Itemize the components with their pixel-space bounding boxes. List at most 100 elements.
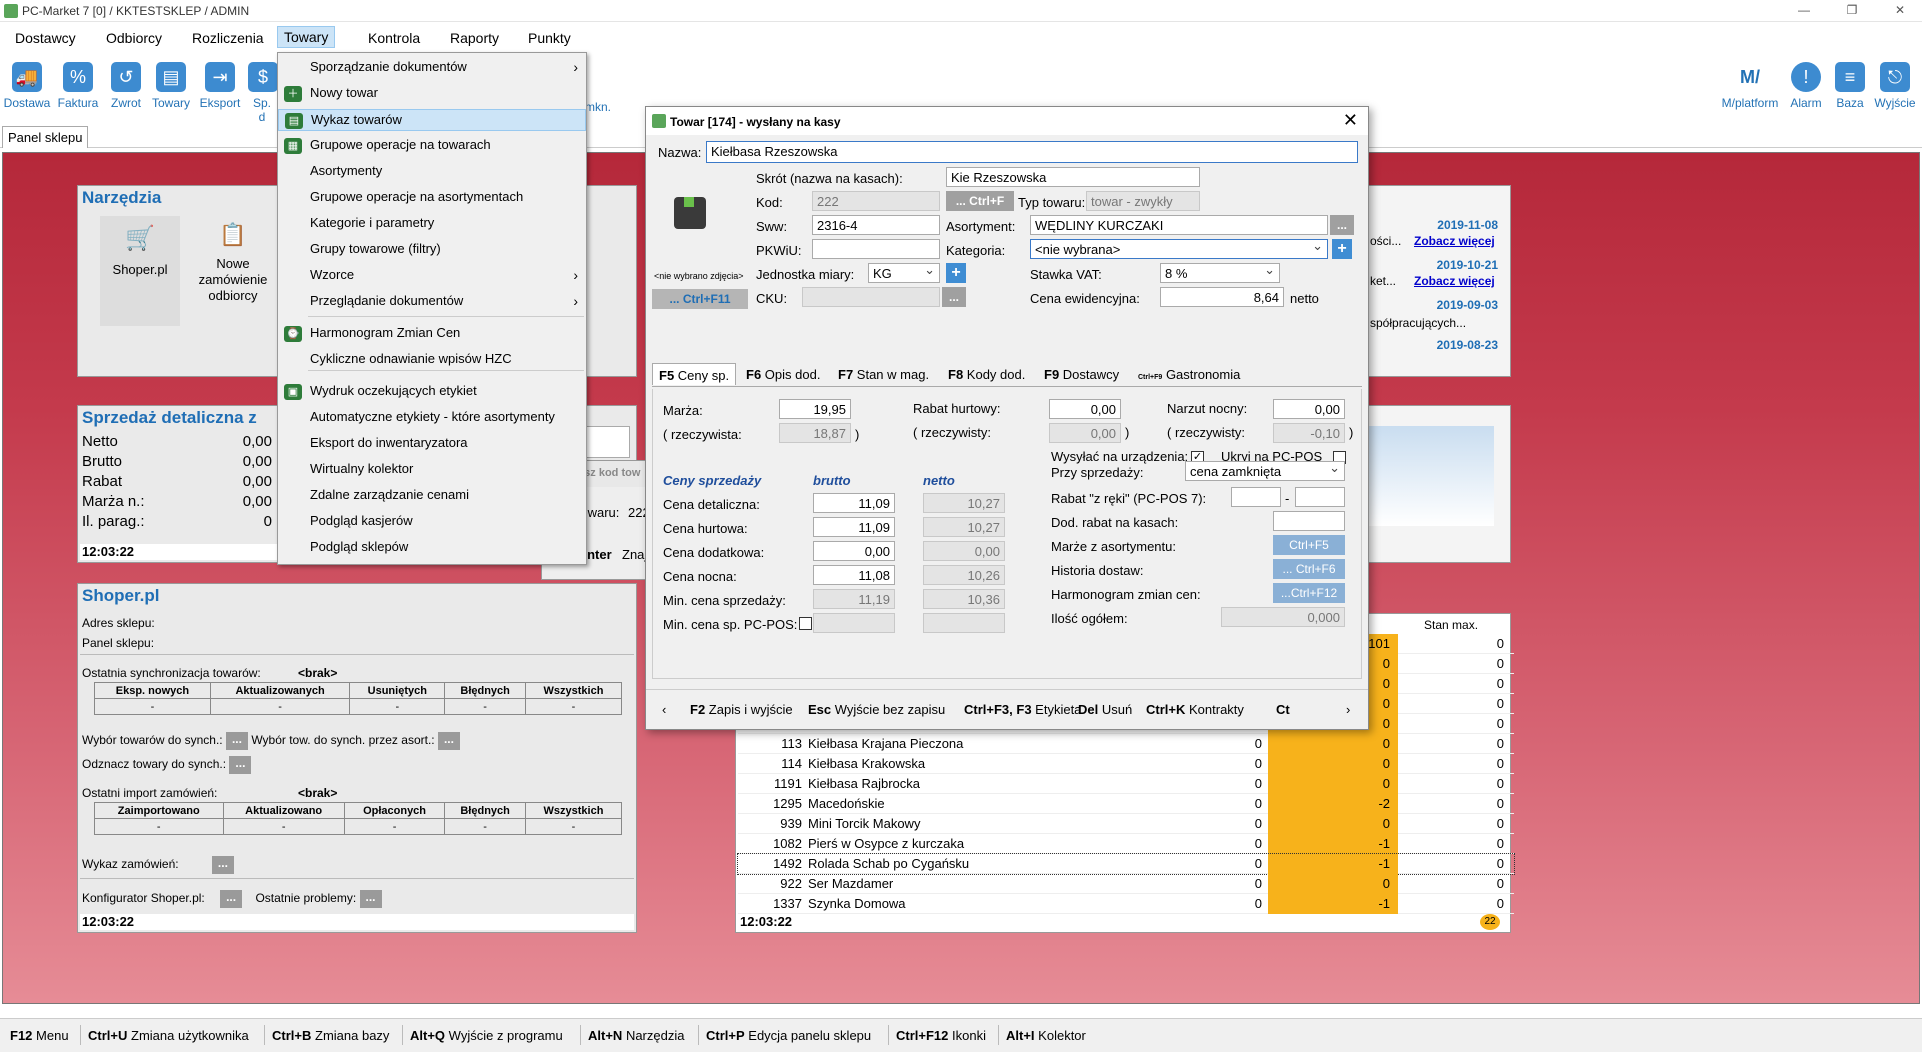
cena-brutto-input[interactable]: 11,09 — [813, 493, 895, 513]
dostawa-button[interactable]: 🚚 Dostawa — [2, 62, 52, 110]
min-cena-pcpos-checkbox[interactable] — [799, 617, 812, 630]
sww-input[interactable]: 2316-4 — [812, 215, 940, 235]
odznacz-button[interactable]: ... — [229, 756, 252, 774]
asortyment-input[interactable]: WĘDLINY KURCZAKI — [1030, 215, 1328, 235]
harmonogram-button[interactable]: ...Ctrl+F12 — [1273, 583, 1345, 603]
photo-button[interactable]: ... Ctrl+F11 — [652, 289, 748, 309]
news-link[interactable]: Zobacz więcej — [1414, 274, 1495, 288]
footer-action[interactable]: F2 Zapis i wyjście — [690, 702, 793, 717]
skrot-input[interactable]: Kie Rzeszowska — [946, 167, 1200, 187]
dropdown-item[interactable]: Kategorie i parametry — [278, 213, 586, 235]
jm-add-button[interactable]: + — [946, 263, 966, 283]
kategoria-add-button[interactable]: + — [1332, 239, 1352, 259]
rabat-reki-input2[interactable] — [1295, 487, 1345, 507]
menu-raporty[interactable]: Raporty — [444, 28, 505, 48]
marza-input[interactable]: 19,95 — [779, 399, 851, 419]
scroll-right-icon[interactable]: › — [1346, 702, 1350, 717]
cku-input[interactable] — [802, 287, 940, 307]
marze-button[interactable]: Ctrl+F5 — [1273, 535, 1345, 555]
konf-button[interactable]: ... — [220, 890, 243, 908]
table-row[interactable]: 1191 Kiełbasa Rajbrocka 0 0 0 — [738, 774, 1514, 794]
problemy-button[interactable]: ... — [359, 890, 382, 908]
tab-dostawcy[interactable]: F9 Dostawcy — [1038, 363, 1125, 385]
wykaz-button[interactable]: ... — [211, 856, 234, 874]
dropdown-item[interactable]: Asortymenty — [278, 161, 586, 183]
menu-odbiorcy[interactable]: Odbiorcy — [100, 28, 168, 48]
rabat-reki-input1[interactable] — [1231, 487, 1281, 507]
wybor2-button[interactable]: ... — [437, 732, 460, 750]
dropdown-item[interactable]: Podgląd kasjerów — [278, 511, 586, 533]
dropdown-item[interactable]: Grupowe operacje na asortymentach — [278, 187, 586, 209]
dropdown-item[interactable]: Wirtualny kolektor — [278, 459, 586, 481]
cena-brutto-input[interactable]: 11,19 — [813, 589, 895, 609]
dropdown-item[interactable]: Podgląd sklepów — [278, 537, 586, 559]
table-row[interactable]: 113 Kiełbasa Krajana Pieczona 0 0 0 — [738, 734, 1514, 754]
shortcut-item[interactable]: Ctrl+B Zmiana bazy — [272, 1028, 389, 1043]
tab-stan-w-mag[interactable]: F7 Stan w mag. — [832, 363, 935, 385]
scroll-left-icon[interactable]: ‹ — [662, 702, 666, 717]
close-icon[interactable]: ✕ — [1882, 0, 1918, 22]
tab-panel-sklepu[interactable]: Panel sklepu — [2, 126, 89, 148]
dropdown-item[interactable]: ▣ Wydruk oczekujących etykiet — [278, 381, 586, 403]
dropdown-item[interactable]: Przeglądanie dokumentów › — [278, 291, 586, 313]
footer-action[interactable]: Ctrl+F3, F3 Etykieta — [964, 702, 1081, 717]
narzut-input[interactable]: 0,00 — [1273, 399, 1345, 419]
dropdown-item[interactable]: Sporządzanie dokumentów › — [278, 57, 586, 79]
table-row[interactable]: 1337 Szynka Domowa 0 -1 0 — [738, 894, 1514, 914]
wyjscie-button[interactable]: ⎋ Wyjście — [1872, 62, 1918, 110]
cena-brutto-input[interactable]: 11,09 — [813, 517, 895, 537]
tab-opis-dod[interactable]: F6 Opis dod. — [740, 363, 826, 385]
dropdown-item[interactable]: Automatyczne etykiety - które asortyment… — [278, 407, 586, 429]
dropdown-item[interactable]: ▤ Wykaz towarów — [278, 109, 586, 131]
shortcut-item[interactable]: Alt+I Kolektor — [1006, 1028, 1086, 1043]
wybor-button[interactable]: ... — [225, 732, 248, 750]
dropdown-item[interactable]: ⌚ Harmonogram Zmian Cen — [278, 323, 586, 345]
kod-input[interactable]: 222 — [812, 191, 940, 211]
table-row[interactable]: 1295 Macedońskie 0 -2 0 — [738, 794, 1514, 814]
mplatform-button[interactable]: M/M/platform — [1718, 62, 1782, 110]
dropdown-item[interactable]: Eksport do inwentaryzatora — [278, 433, 586, 455]
table-row[interactable]: 922 Ser Mazdamer 0 0 0 — [738, 874, 1514, 894]
dropdown-item[interactable]: Cykliczne odnawianie wpisów HZC — [278, 349, 586, 371]
dod-rabat-input[interactable] — [1273, 511, 1345, 531]
faktura-button[interactable]: % Faktura — [56, 62, 100, 110]
cena-brutto-input[interactable]: 0,00 — [813, 541, 895, 561]
menu-punkty[interactable]: Punkty — [522, 28, 577, 48]
tab-ceny-sp[interactable]: F5 Ceny sp. — [652, 363, 737, 385]
cena-ew-input[interactable]: 8,64 — [1160, 287, 1284, 307]
przy-sprzedazy-select[interactable]: cena zamknięta — [1185, 461, 1345, 481]
dropdown-item[interactable]: Wzorce › — [278, 265, 586, 287]
table-row[interactable]: 939 Mini Torcik Makowy 0 0 0 — [738, 814, 1514, 834]
menu-rozliczenia[interactable]: Rozliczenia — [186, 28, 270, 48]
dropdown-item[interactable]: ＋ Nowy towar — [278, 83, 586, 105]
dropdown-item[interactable]: Grupy towarowe (filtry) — [278, 239, 586, 261]
shortcut-item[interactable]: Alt+N Narzędzia — [588, 1028, 684, 1043]
towary-button[interactable]: ▤ Towary — [150, 62, 192, 110]
footer-action[interactable]: Del Usuń — [1078, 702, 1132, 717]
menu-kontrola[interactable]: Kontrola — [362, 28, 426, 48]
asortyment-button[interactable]: ... — [1330, 215, 1354, 235]
news-link[interactable]: Zobacz więcej — [1414, 234, 1495, 248]
maximize-icon[interactable]: ❐ — [1834, 0, 1870, 22]
shortcut-item[interactable]: Ctrl+P Edycja panelu sklepu — [706, 1028, 871, 1043]
cku-button[interactable]: ... — [942, 287, 966, 307]
dialog-close-icon[interactable]: ✕ — [1343, 110, 1358, 131]
nazwa-input[interactable]: Kiełbasa Rzeszowska — [706, 141, 1358, 163]
rabat-input[interactable]: 0,00 — [1049, 399, 1121, 419]
shoper-tile[interactable]: 🛒 Shoper.pl — [100, 216, 180, 326]
tab-gastronomia[interactable]: Ctrl+F9 Gastronomia — [1132, 363, 1246, 385]
table-row[interactable]: 1492 Rolada Schab po Cygańsku 0 -1 0 — [737, 853, 1515, 875]
shortcut-item[interactable]: Ctrl+U Zmiana użytkownika — [88, 1028, 249, 1043]
shortcut-item[interactable]: F12 Menu — [10, 1028, 69, 1043]
table-row[interactable]: 1082 Pierś w Osypce z kurczaka 0 -1 0 — [738, 834, 1514, 854]
menu-dostawcy[interactable]: Dostawcy — [9, 28, 82, 48]
vat-select[interactable]: 8 % — [1160, 263, 1280, 283]
footer-action[interactable]: Ct — [1276, 702, 1290, 717]
tab-kody-dod[interactable]: F8 Kody dod. — [942, 363, 1031, 385]
ctrlf-button[interactable]: ... Ctrl+F — [946, 191, 1014, 211]
baza-button[interactable]: ≡ Baza — [1834, 62, 1866, 110]
sp-button[interactable]: $ Sp. d — [248, 62, 278, 124]
footer-action[interactable]: Ctrl+K Kontrakty — [1146, 702, 1244, 717]
alarm-button[interactable]: ! Alarm — [1788, 62, 1824, 110]
eksport-button[interactable]: ⇥ Eksport — [196, 62, 244, 110]
